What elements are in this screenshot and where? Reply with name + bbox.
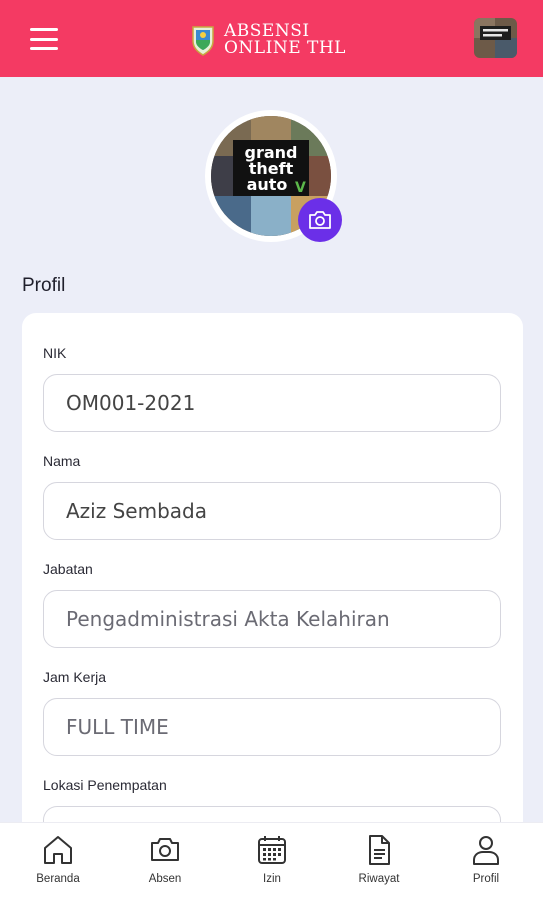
lokasi-penempatan-label: Lokasi Penempatan: [43, 777, 167, 793]
jabatan-field[interactable]: Pengadministrasi Akta Kelahiran: [43, 590, 501, 648]
photo-text-auto: auto: [247, 175, 288, 194]
home-icon: [44, 836, 72, 864]
nav-item-profil[interactable]: Profil: [441, 833, 531, 893]
jam-kerja-field[interactable]: FULL TIME: [43, 698, 501, 756]
user-icon: [473, 836, 499, 865]
jabatan-label: Jabatan: [43, 561, 93, 577]
hamburger-menu-icon[interactable]: [30, 28, 60, 50]
nik-label: NIK: [43, 345, 67, 361]
section-title: Profil: [22, 275, 66, 296]
crest-logo-icon: [192, 26, 214, 56]
camera-icon: [309, 211, 331, 229]
user-avatar-thumbnail[interactable]: [474, 18, 517, 58]
app-title-line2: ONLINE THL: [224, 38, 346, 58]
nav-label-profil: Profil: [472, 873, 500, 885]
nama-field[interactable]: Aziz Sembada: [43, 482, 501, 540]
camera-icon: [151, 838, 179, 861]
nav-item-absen[interactable]: Absen: [120, 833, 210, 893]
app-header: ABSENSI ONLINE THL: [0, 0, 543, 77]
calendar-icon: [258, 836, 286, 864]
svg-text:V: V: [295, 180, 306, 196]
nama-label: Nama: [43, 453, 81, 469]
profile-photo-container: grand theft auto V: [205, 110, 342, 242]
nav-item-riwayat[interactable]: Riwayat: [334, 833, 424, 893]
nav-label-izin: Izin: [263, 873, 281, 885]
app-brand: ABSENSI ONLINE THL: [190, 20, 346, 60]
nav-label-riwayat: Riwayat: [358, 873, 400, 885]
app-title: ABSENSI ONLINE THL: [224, 23, 346, 57]
nav-label-beranda: Beranda: [36, 873, 80, 885]
nav-label-absen: Absen: [148, 873, 182, 885]
jam-kerja-label: Jam Kerja: [43, 669, 107, 685]
nav-item-beranda[interactable]: Beranda: [13, 833, 103, 893]
nav-item-izin[interactable]: Izin: [227, 833, 317, 893]
nik-field[interactable]: OM001-2021: [43, 374, 501, 432]
document-icon: [369, 835, 390, 865]
change-photo-button[interactable]: [298, 198, 342, 242]
bottom-navigation: Beranda Absen Izin Riwayat Profil: [0, 822, 543, 900]
